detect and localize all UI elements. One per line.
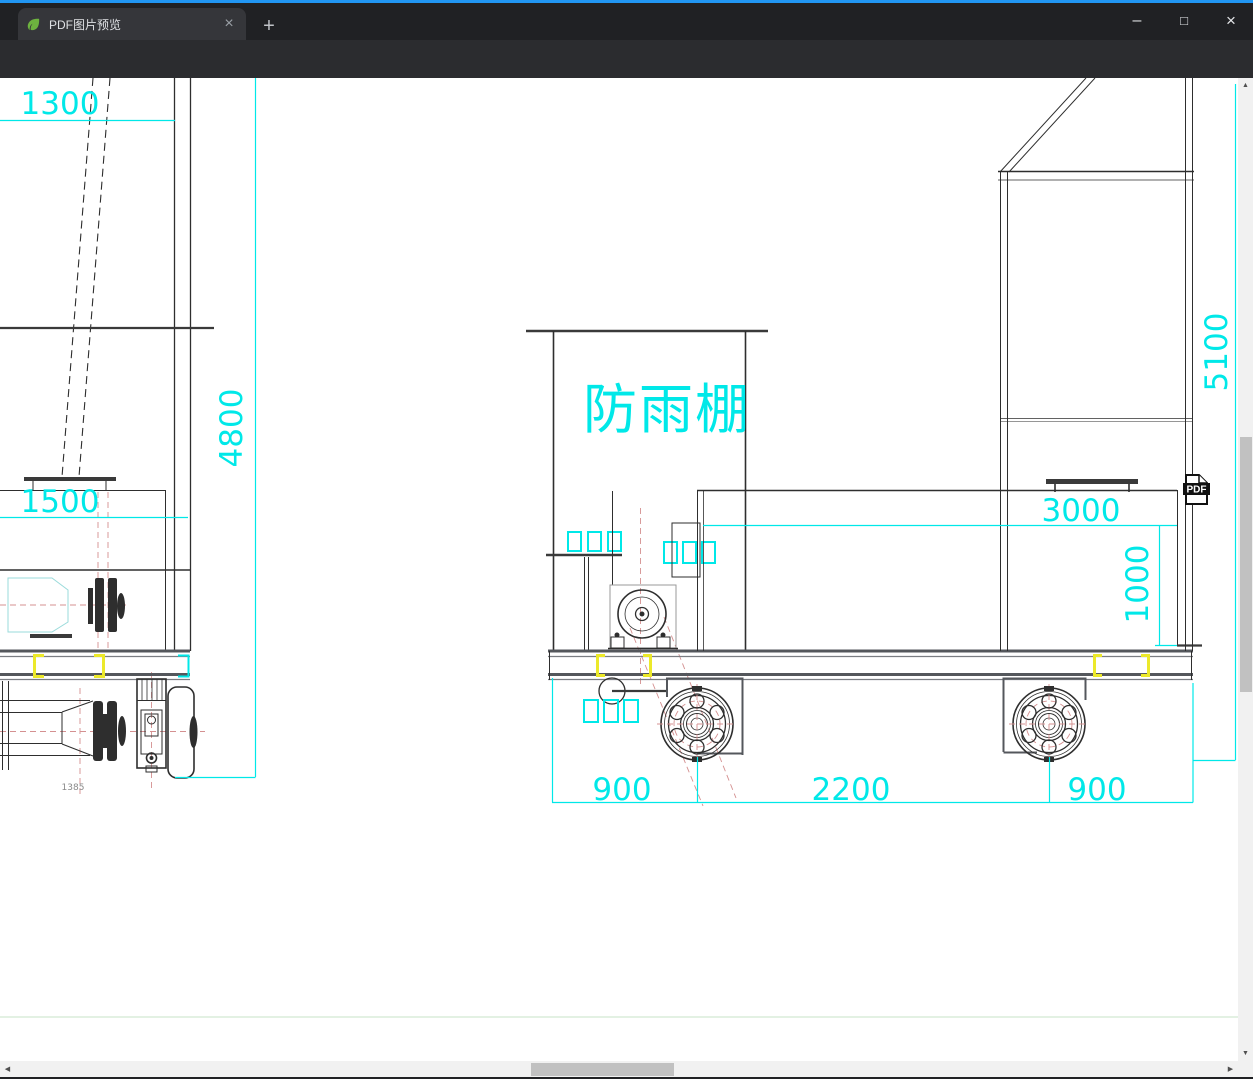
vertical-scrollbar[interactable]: ▲ ▼ [1238, 78, 1253, 1061]
vertical-scroll-thumb[interactable] [1239, 437, 1252, 692]
scroll-right-icon[interactable]: ▶ [1223, 1061, 1238, 1078]
center-view: 防雨棚 [526, 329, 1202, 764]
pdf-badge-label: PDF [1187, 485, 1207, 496]
right-frame [998, 77, 1194, 651]
browser-toolbar: ← → ⟳ ⌂ ⓘ localhost:8012/onlinePreview?u… [0, 40, 1253, 113]
wheel-front [657, 684, 737, 764]
window-maximize-button[interactable]: □ [1167, 6, 1201, 36]
window-close-button[interactable]: × [1214, 6, 1248, 36]
cad-drawing: 防雨棚 1300 4800 1500 1385 900 2200 900 300… [0, 77, 1238, 1018]
motor [608, 584, 678, 650]
new-tab-button[interactable]: + [256, 13, 282, 39]
dim-5100: 5100 [1199, 313, 1235, 392]
dim-4800: 4800 [214, 389, 250, 468]
spring-leaf-favicon [27, 18, 40, 30]
dim-2200: 2200 [812, 772, 891, 808]
dim-900-rear: 900 [1067, 772, 1126, 808]
scroll-down-icon[interactable]: ▼ [1238, 1046, 1253, 1061]
shelter-label: 防雨棚 [583, 378, 751, 441]
tab-close-icon[interactable]: × [220, 15, 238, 33]
tab-title: PDF图片预览 [49, 17, 122, 32]
titlebar: PDF图片预览 × + – □ × [0, 3, 1253, 40]
pdf-preview-page: 防雨棚 1300 4800 1500 1385 900 2200 900 300… [0, 77, 1238, 1061]
dim-1500: 1500 [21, 484, 100, 520]
horizontal-scrollbar[interactable]: ◀ ▶ [0, 1061, 1238, 1078]
horizontal-scroll-thumb[interactable] [531, 1063, 674, 1076]
pdf-download-button[interactable]: PDF [1183, 474, 1210, 505]
window-minimize-button[interactable]: – [1120, 6, 1154, 36]
left-view [0, 77, 214, 779]
scroll-left-icon[interactable]: ◀ [0, 1061, 15, 1078]
dim-1000: 1000 [1120, 545, 1156, 624]
dim-900-front: 900 [592, 772, 651, 808]
dim-1300: 1300 [21, 86, 100, 122]
dim-3000: 3000 [1042, 493, 1121, 529]
dimensions: 1300 4800 1500 1385 900 2200 900 3000 10… [0, 78, 1237, 808]
dim-1385: 1385 [62, 783, 85, 793]
browser-tab[interactable]: PDF图片预览 × [18, 8, 246, 40]
scroll-up-icon[interactable]: ▲ [1238, 78, 1253, 93]
